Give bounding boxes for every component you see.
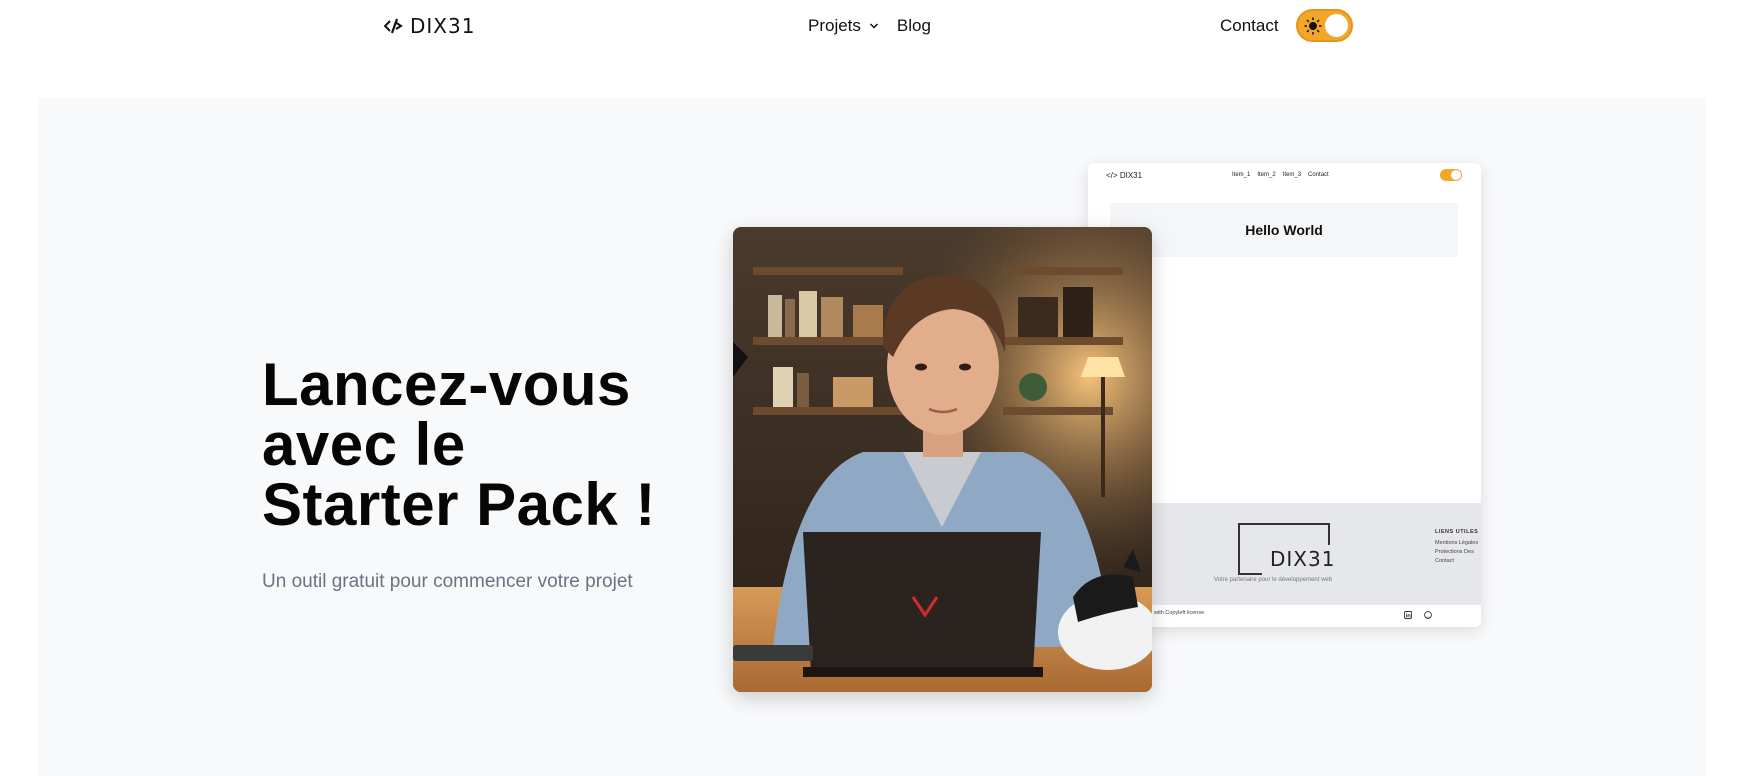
- preview-nav: Item_1 Item_2 Item_3 Contact: [1232, 172, 1329, 178]
- hero-photo: [733, 227, 1152, 692]
- theme-toggle[interactable]: [1296, 9, 1353, 42]
- site-logo[interactable]: DIX31: [384, 14, 475, 38]
- preview-logo-text: DIX31: [1119, 171, 1143, 180]
- preview-brand-frame: [1328, 523, 1330, 545]
- preview-brand-frame: [1238, 573, 1262, 575]
- hero-title: Lancez-vous avec le Starter Pack !: [262, 355, 656, 535]
- site-header: DIX31 Projets Blog Contact: [0, 0, 1746, 52]
- main-nav: Projets Blog: [808, 16, 931, 36]
- preview-footer-brand: DIX31: [1270, 547, 1336, 571]
- hero-title-line: Lancez-vous: [262, 351, 631, 418]
- logo-text: DIX31: [410, 14, 476, 38]
- code-logo-icon: [384, 18, 403, 34]
- preview-hello-banner: Hello World: [1110, 203, 1458, 257]
- contact-link[interactable]: Contact: [1220, 16, 1279, 36]
- preview-logo: </> DIX31: [1106, 171, 1142, 180]
- preview-footer-link: Mentions Légales: [1435, 540, 1479, 546]
- linkedin-icon: [1404, 611, 1412, 619]
- nav-item-label: Blog: [896, 16, 931, 35]
- nav-item-label: Projets: [808, 16, 861, 35]
- chevron-down-icon: [869, 23, 878, 29]
- nav-item-blog[interactable]: Blog: [897, 16, 931, 36]
- preview-toggle-knob: [1451, 170, 1461, 180]
- toggle-knob: [1325, 14, 1348, 37]
- preview-theme-toggle: [1440, 169, 1462, 181]
- preview-nav-item: Item_2: [1257, 172, 1276, 178]
- github-icon: [1424, 611, 1432, 619]
- preview-nav-item: Item_1: [1232, 172, 1251, 178]
- hero-title-line: Starter Pack !: [262, 471, 656, 538]
- preview-license-text: with Copyleft license: [1154, 610, 1205, 616]
- preview-footer-link: Protections Des: [1435, 549, 1474, 555]
- preview-links-title: LIENS UTILES: [1435, 529, 1479, 535]
- preview-nav-item: Item_3: [1282, 172, 1302, 178]
- preview-footer-tagline: Votre partenaire pour le développement w…: [1214, 577, 1333, 583]
- preview-footer-link: Contact: [1435, 558, 1454, 564]
- developer-at-laptop-image: [733, 227, 1152, 692]
- preview-nav-item: Contact: [1308, 172, 1329, 178]
- preview-code-icon: </>: [1106, 171, 1118, 180]
- hero-title-line: avec le: [262, 411, 466, 478]
- nav-item-projets[interactable]: Projets: [808, 16, 879, 36]
- sun-icon: [1304, 17, 1322, 35]
- hero-subtitle: Un outil gratuit pour commencer votre pr…: [262, 571, 633, 592]
